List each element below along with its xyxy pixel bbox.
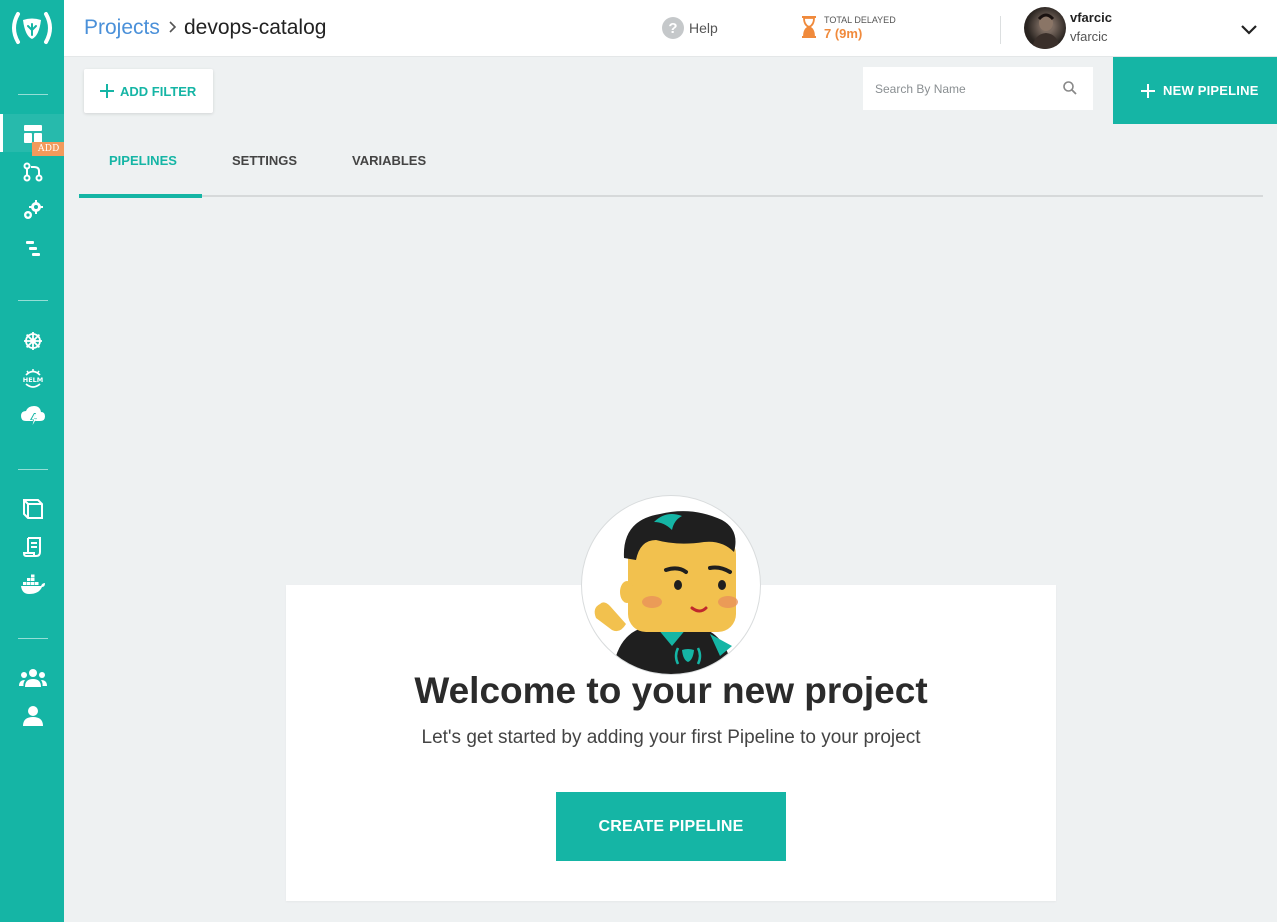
welcome-title: Welcome to your new project bbox=[414, 670, 928, 711]
question-mark-icon: ? bbox=[662, 17, 684, 39]
total-delayed-value: 7 (9m) bbox=[824, 26, 863, 41]
add-filter-label: ADD FILTER bbox=[120, 83, 197, 99]
tabs-underline bbox=[79, 195, 1263, 197]
docker-icon[interactable] bbox=[18, 570, 48, 600]
new-pipeline-button[interactable]: NEW PIPELINE bbox=[1113, 57, 1277, 124]
scroll-icon[interactable] bbox=[18, 532, 48, 562]
tab-settings[interactable]: SETTINGS bbox=[232, 153, 297, 168]
search-input[interactable] bbox=[863, 67, 1093, 110]
breadcrumb-projects-link[interactable]: Projects bbox=[84, 16, 160, 40]
tab-variables[interactable]: VARIABLES bbox=[352, 153, 426, 168]
codefresh-logo[interactable] bbox=[8, 8, 56, 48]
list-steps-icon[interactable] bbox=[18, 233, 48, 263]
user-icon[interactable] bbox=[18, 701, 48, 731]
active-tab-indicator bbox=[79, 194, 202, 198]
plus-icon bbox=[100, 80, 114, 102]
header-divider bbox=[1000, 16, 1001, 44]
sidebar-divider bbox=[18, 300, 48, 301]
users-icon[interactable] bbox=[18, 663, 48, 693]
create-pipeline-button[interactable]: CREATE PIPELINE bbox=[556, 792, 786, 861]
sidebar-divider bbox=[18, 638, 48, 639]
add-badge[interactable]: ADD bbox=[32, 142, 64, 156]
kubernetes-helm-wheel-icon[interactable] bbox=[18, 326, 48, 356]
helm-icon[interactable]: HELM bbox=[18, 364, 48, 394]
gears-icon[interactable] bbox=[18, 195, 48, 225]
breadcrumb-chevron-icon bbox=[168, 20, 178, 38]
hourglass-icon bbox=[802, 16, 816, 38]
breadcrumb-current-project: devops-catalog bbox=[184, 16, 327, 39]
tab-pipelines[interactable]: PIPELINES bbox=[109, 153, 177, 168]
search-icon[interactable] bbox=[1062, 80, 1078, 96]
new-pipeline-label: NEW PIPELINE bbox=[1163, 83, 1259, 98]
add-filter-button[interactable]: ADD FILTER bbox=[84, 69, 213, 113]
svg-text:HELM: HELM bbox=[23, 376, 44, 384]
welcome-subtitle: Let's get started by adding your first P… bbox=[421, 727, 921, 748]
git-branch-icon[interactable] bbox=[18, 157, 48, 187]
sidebar: ADD HELM bbox=[0, 0, 64, 922]
user-name[interactable]: vfarcic bbox=[1070, 10, 1112, 25]
total-delayed-label: TOTAL DELAYED bbox=[824, 15, 896, 25]
cloud-lightning-icon[interactable] bbox=[18, 402, 48, 432]
mascot-illustration bbox=[581, 495, 761, 675]
sidebar-divider bbox=[18, 94, 48, 95]
plus-icon bbox=[1141, 79, 1155, 103]
sidebar-divider bbox=[18, 469, 48, 470]
user-account: vfarcic bbox=[1070, 29, 1108, 44]
avatar[interactable] bbox=[1024, 7, 1066, 49]
help-label: Help bbox=[689, 20, 718, 36]
chevron-down-icon[interactable] bbox=[1238, 18, 1260, 40]
book-icon[interactable] bbox=[18, 494, 48, 524]
top-header: Projects devops-catalog ? Help TOTAL DEL… bbox=[64, 0, 1277, 57]
help-button[interactable]: ? Help bbox=[662, 17, 718, 39]
